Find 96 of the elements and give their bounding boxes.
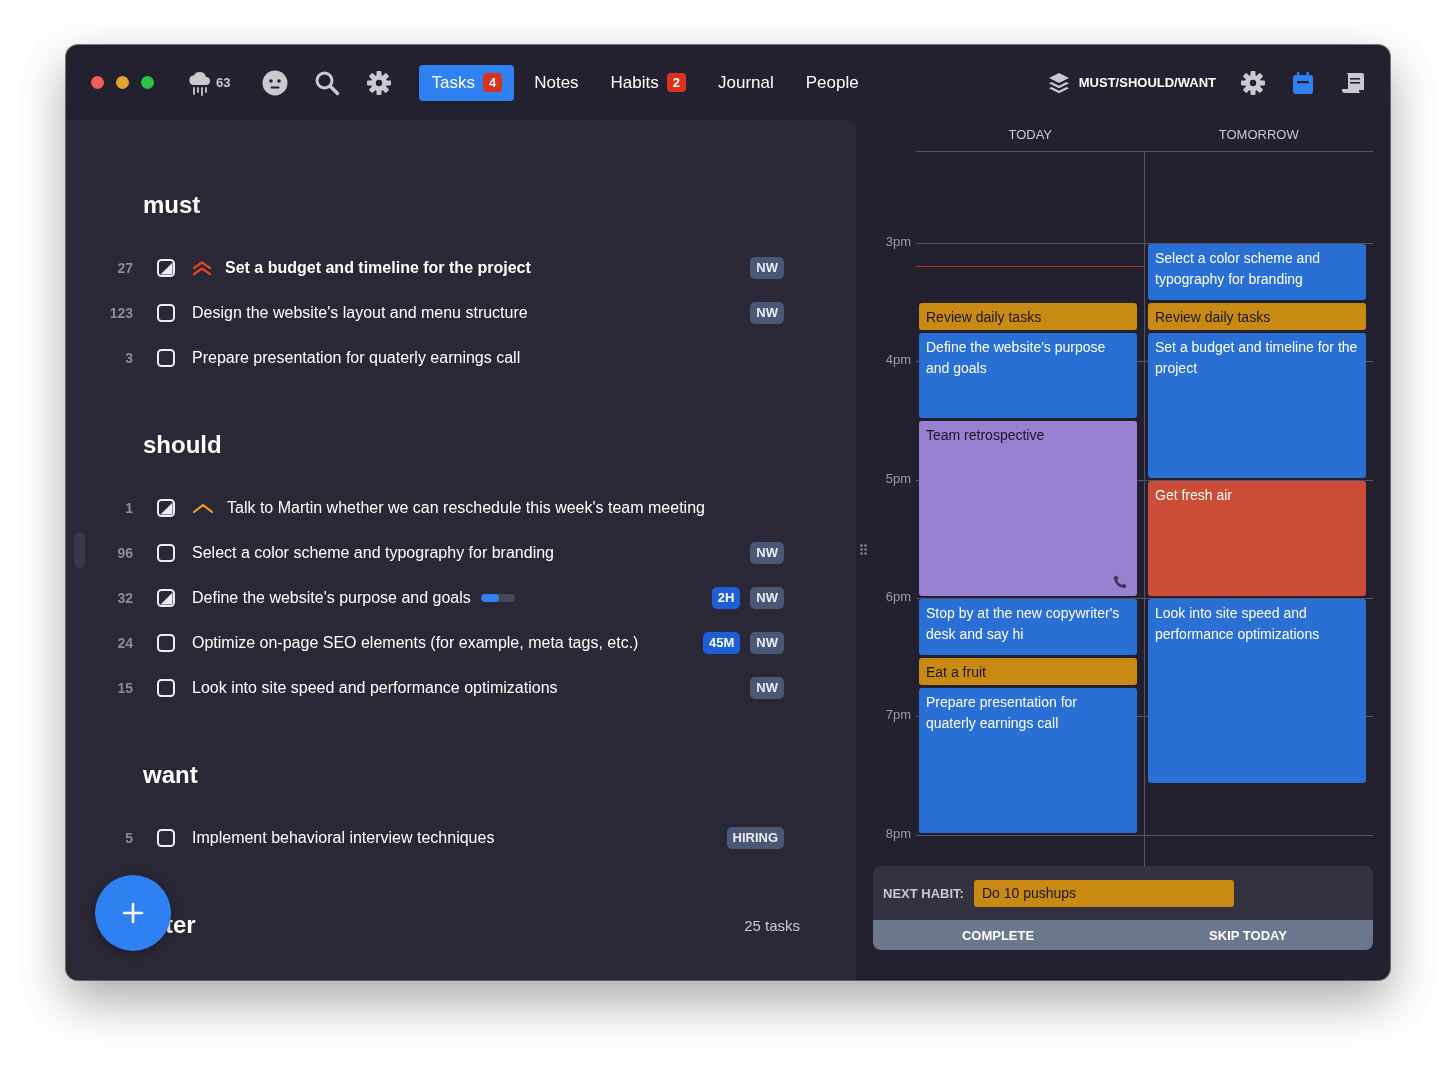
calendar-event[interactable]: Define the website's purpose and goals xyxy=(919,332,1137,419)
task-number: 27 xyxy=(116,259,133,276)
hour-label: 6pm xyxy=(885,588,911,604)
checkbox[interactable] xyxy=(157,588,175,607)
tab[interactable]: Journal xyxy=(706,64,786,101)
tag-badge: HIRING xyxy=(726,826,784,849)
calendar-event[interactable]: Set a budget and timeline for the project xyxy=(1148,332,1366,478)
task-number: 1 xyxy=(124,499,133,516)
calendar-event[interactable]: Team retrospective xyxy=(919,421,1137,596)
calendar-icon[interactable] xyxy=(1290,69,1316,96)
task-count: 25 tasks xyxy=(744,916,800,934)
time-estimate-badge: 2H xyxy=(711,586,741,609)
tag-badge: NW xyxy=(750,631,784,654)
event-title: Get fresh air xyxy=(1155,485,1234,505)
count-badge: 2 xyxy=(666,73,686,92)
tag-badge: NW xyxy=(750,256,784,279)
task-title[interactable]: Prepare presentation for quaterly earnings call xyxy=(192,348,521,367)
tag-badge: NW xyxy=(750,301,784,324)
layers-icon xyxy=(1046,70,1071,95)
task-number: 24 xyxy=(116,634,133,651)
tab[interactable]: People xyxy=(793,64,871,101)
calendar-event[interactable]: Review daily tasks xyxy=(1148,302,1366,330)
hour-label: 5pm xyxy=(885,470,911,486)
tab[interactable]: Tasks 4 xyxy=(419,64,515,101)
event-title: Review daily tasks xyxy=(926,307,1043,327)
search-icon[interactable] xyxy=(314,69,341,96)
task-number: 15 xyxy=(116,679,133,696)
event-title: Look into site speed and performance optimizations xyxy=(1155,603,1321,644)
calendar-event[interactable]: Eat a fruit xyxy=(919,658,1137,685)
habit-field[interactable]: Do 10 pushups xyxy=(973,879,1234,907)
settings-icon[interactable] xyxy=(366,69,393,96)
tag-badge: NW xyxy=(750,586,784,609)
hour-label: 8pm xyxy=(885,825,911,841)
progress-bar xyxy=(480,593,515,602)
zoom-button[interactable] xyxy=(141,76,154,89)
event-title: Set a budget and timeline for the project xyxy=(1155,337,1359,378)
plus-icon xyxy=(122,902,144,924)
habit-label: NEXT HABIT: xyxy=(883,885,964,901)
calendar-event[interactable]: Prepare presentation for quaterly earnings call xyxy=(919,687,1137,833)
checkbox[interactable] xyxy=(157,303,175,322)
task-title[interactable]: Define the website's purpose and goals xyxy=(192,588,471,607)
event-title: Prepare presentation for quaterly earnings call xyxy=(926,692,1078,733)
task-title[interactable]: Set a budget and timeline for the project xyxy=(225,258,531,277)
rain-cloud-icon xyxy=(187,69,211,96)
event-title: Eat a fruit xyxy=(926,663,987,683)
task-number: 96 xyxy=(116,544,133,561)
calendar-event[interactable]: Get fresh air xyxy=(1148,480,1366,596)
day-heading: TOMORROW xyxy=(1217,126,1300,144)
hour-label: 7pm xyxy=(885,707,911,723)
settings-icon[interactable] xyxy=(1240,69,1266,96)
habit-action-button[interactable]: SKIP TODAY xyxy=(1123,920,1373,950)
event-title: Review daily tasks xyxy=(1155,307,1272,327)
calendar-event[interactable]: Select a color scheme and typography for branding xyxy=(1148,243,1366,300)
view-switch-button[interactable]: MUST/SHOULD/WANT xyxy=(1046,70,1216,95)
habit-action-button[interactable]: COMPLETE xyxy=(873,920,1123,950)
task-title[interactable]: Look into site speed and performance optimizations xyxy=(192,678,558,697)
tab[interactable]: Habits 2 xyxy=(598,64,698,101)
hour-label: 3pm xyxy=(885,233,911,249)
event-title: Team retrospective xyxy=(926,426,1046,446)
hour-label: 4pm xyxy=(885,352,911,368)
section-heading: must xyxy=(143,190,202,220)
event-title: Select a color scheme and typography for branding xyxy=(1155,248,1321,289)
task-title[interactable]: Select a color scheme and typography for branding xyxy=(192,543,554,562)
task-number: 3 xyxy=(124,349,133,366)
event-title: Stop by at the new copywriter's desk and say hi xyxy=(926,603,1121,644)
count-badge: 4 xyxy=(482,73,503,92)
task-number: 32 xyxy=(116,589,133,606)
section-heading: want xyxy=(143,760,199,790)
tag-badge: NW xyxy=(750,676,784,699)
section-heading: should xyxy=(143,430,223,460)
checkbox[interactable] xyxy=(157,828,175,847)
checkbox[interactable] xyxy=(157,633,175,652)
time-estimate-badge: 45M xyxy=(703,631,741,654)
close-button[interactable] xyxy=(91,76,104,89)
task-title[interactable]: Implement behavioral interview techniques xyxy=(192,828,495,847)
event-title: Define the website's purpose and goals xyxy=(926,337,1107,378)
checkbox[interactable] xyxy=(157,348,175,367)
task-number: 5 xyxy=(124,829,133,846)
calendar-event[interactable]: Stop by at the new copywriter's desk and say hi xyxy=(919,598,1137,656)
calendar-event[interactable]: Look into site speed and performance optimizations xyxy=(1148,598,1366,784)
calendar-event[interactable]: Review daily tasks xyxy=(919,302,1137,330)
checkbox[interactable] xyxy=(157,258,175,277)
checkbox[interactable] xyxy=(157,678,175,697)
neutral-face-icon[interactable] xyxy=(262,69,289,96)
day-heading: TODAY xyxy=(1007,126,1054,144)
minimize-button[interactable] xyxy=(116,76,129,89)
drag-handle-icon[interactable] xyxy=(860,544,867,555)
task-title[interactable]: Design the website's layout and menu structure xyxy=(192,303,528,322)
task-title[interactable]: Talk to Martin whether we can reschedule this week's team meeting xyxy=(227,498,705,517)
weather-button[interactable]: 63 xyxy=(187,69,231,96)
tag-badge: NW xyxy=(750,541,784,564)
tab[interactable]: Notes xyxy=(522,64,591,101)
checkbox[interactable] xyxy=(157,543,175,562)
checkbox[interactable] xyxy=(157,498,175,517)
task-number: 123 xyxy=(108,304,133,321)
task-title[interactable]: Optimize on-page SEO elements (for example, meta tags, etc.) xyxy=(192,633,639,652)
